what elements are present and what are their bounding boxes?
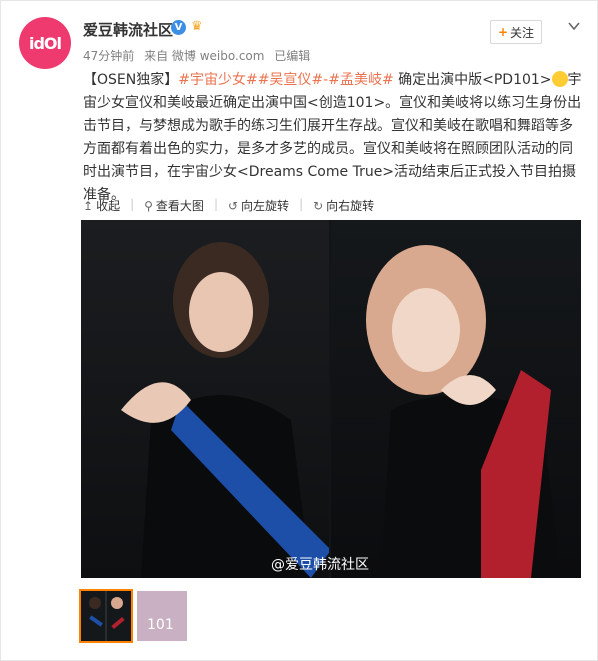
rotate-left-button[interactable]: ↺ 向左旋转 bbox=[228, 197, 289, 214]
crown-icon: ♛ bbox=[191, 19, 203, 34]
performer-left-illustration bbox=[121, 242, 331, 578]
thumbnail-2-image: 101 bbox=[137, 591, 187, 641]
performer-right-illustration bbox=[366, 245, 561, 578]
arrow-up-icon: ↥ bbox=[83, 198, 94, 213]
collapse-button[interactable]: ↥ 收起 bbox=[83, 197, 120, 214]
collapse-label: 收起 bbox=[96, 199, 121, 213]
divider: | bbox=[130, 197, 135, 211]
post-meta: 47分钟前 来自 微博 weibo.com 已编辑 bbox=[83, 47, 316, 64]
post-photo[interactable]: @爱豆韩流社区 bbox=[81, 220, 581, 578]
avatar[interactable]: idOl bbox=[19, 17, 71, 69]
surprised-emoji-icon bbox=[551, 71, 568, 87]
thumbnail-strip: 101 bbox=[79, 589, 187, 643]
username[interactable]: 爱豆韩流社区 bbox=[83, 19, 173, 40]
thumbnail-1-image bbox=[81, 591, 131, 641]
magnify-icon: ⚲ bbox=[144, 198, 153, 213]
rotate-right-button[interactable]: ↻ 向右旋转 bbox=[313, 197, 374, 214]
avatar-logo-text: idOl bbox=[28, 33, 62, 53]
post-text-body: 确定出演中版<PD101> bbox=[393, 72, 552, 88]
chevron-down-icon[interactable] bbox=[567, 19, 581, 33]
divider: | bbox=[299, 197, 304, 211]
weibo-post-card: idOl 爱豆韩流社区 V ♛ 47分钟前 来自 微博 weibo.com 已编… bbox=[0, 0, 598, 661]
rotate-left-icon: ↺ bbox=[227, 198, 239, 213]
svg-text:101: 101 bbox=[147, 617, 174, 633]
follow-label: 关注 bbox=[510, 25, 535, 40]
post-edited-label: 已编辑 bbox=[274, 49, 311, 63]
view-large-label: 查看大图 bbox=[155, 199, 204, 213]
photo-watermark: @爱豆韩流社区 bbox=[271, 557, 369, 573]
rotate-right-icon: ↻ bbox=[313, 198, 324, 213]
post-source[interactable]: 来自 微博 weibo.com bbox=[144, 49, 264, 63]
verified-v-icon: V bbox=[171, 20, 186, 35]
post-text-body: 宇宙少女宣仪和美岐最近确定出演中国<创造101>。宣仪和美岐将以练习生身份出击节… bbox=[83, 72, 582, 203]
view-large-button[interactable]: ⚲ 查看大图 bbox=[144, 197, 204, 214]
divider: | bbox=[213, 197, 218, 211]
photo-right-panel bbox=[331, 220, 581, 578]
hashtag-link[interactable]: #吴宣仪# bbox=[258, 72, 323, 88]
post-time[interactable]: 47分钟前 bbox=[83, 49, 134, 63]
image-actions: ↥ 收起 | ⚲ 查看大图 | ↺ 向左旋转 | ↻ 向右旋转 bbox=[83, 197, 384, 214]
hashtag-link[interactable]: #宇宙少女# bbox=[178, 72, 257, 88]
post-text: 【OSEN独家】#宇宙少女##吴宣仪#-#孟美岐# 确定出演中版<PD101> 宇… bbox=[83, 69, 583, 207]
thumbnail-2[interactable]: 101 bbox=[137, 591, 187, 641]
thumbnail-1[interactable] bbox=[79, 589, 133, 643]
follow-button[interactable]: + 关注 bbox=[490, 20, 542, 44]
post-text-prefix: 【OSEN独家】 bbox=[83, 72, 179, 88]
photo-left-panel bbox=[81, 220, 331, 578]
rotate-right-label: 向右旋转 bbox=[326, 199, 375, 213]
rotate-left-label: 向左旋转 bbox=[241, 199, 290, 213]
hashtag-link[interactable]: -#孟美岐# bbox=[323, 72, 394, 88]
plus-icon: + bbox=[497, 25, 509, 39]
